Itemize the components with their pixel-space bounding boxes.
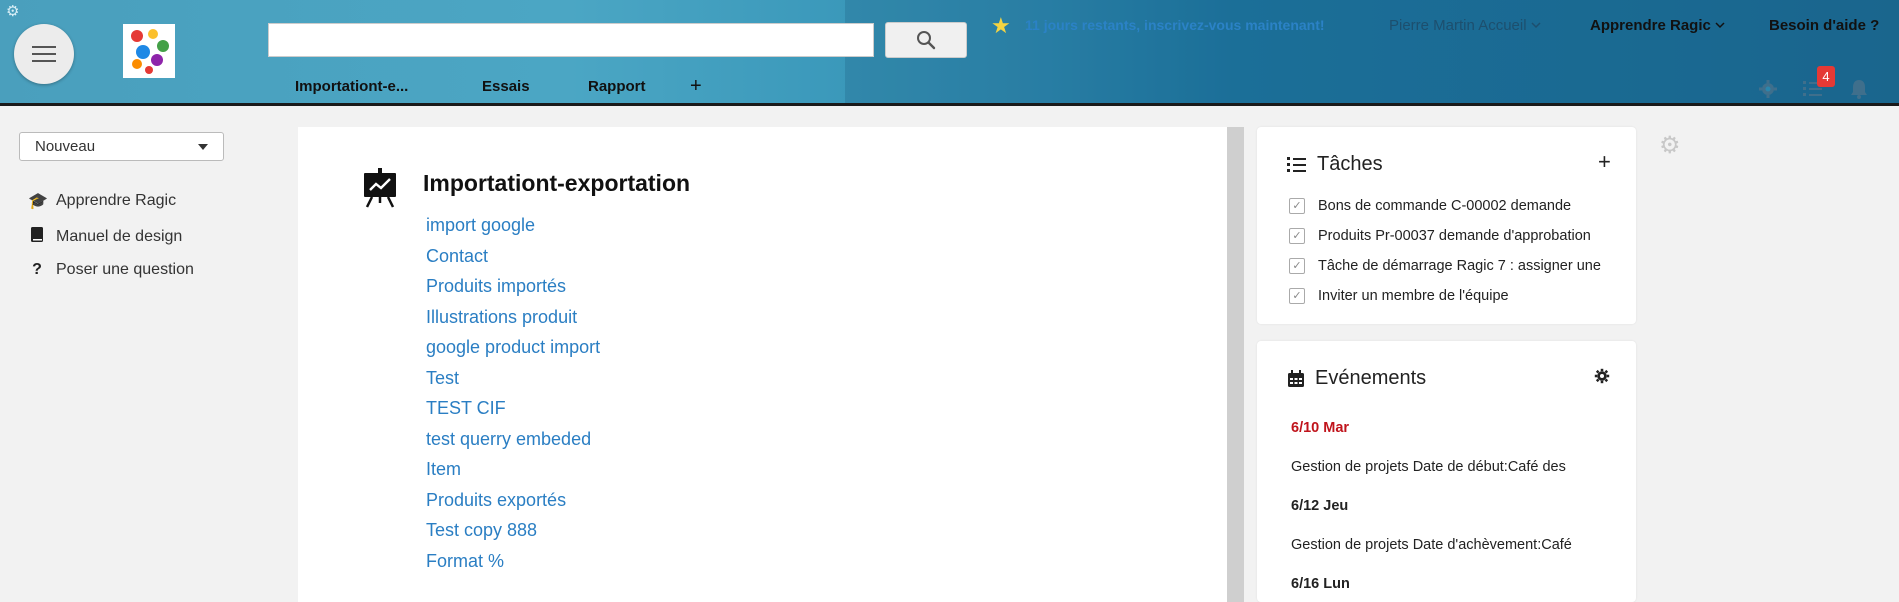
- sheet-link[interactable]: Item: [426, 459, 461, 480]
- learn-menu-label: Apprendre Ragic: [1590, 17, 1711, 34]
- settings-gear-icon[interactable]: ⚙: [6, 4, 22, 20]
- sidebar-item-learn-ragic[interactable]: 🎓 Apprendre Ragic: [28, 191, 176, 211]
- main-scrollbar[interactable]: [1227, 127, 1244, 602]
- add-tab-button[interactable]: +: [690, 75, 702, 98]
- sidebar-item-label: Apprendre Ragic: [56, 192, 177, 209]
- chevron-down-icon: [1531, 22, 1541, 29]
- task-checkbox[interactable]: ✓: [1289, 258, 1305, 274]
- sidebar-item-design-manual[interactable]: Manuel de design: [28, 226, 182, 248]
- company-logo[interactable]: [123, 24, 175, 78]
- task-item[interactable]: ✓ Produits Pr-00037 demande d'approbatio…: [1289, 228, 1591, 244]
- sheet-link[interactable]: Produits importés: [426, 276, 566, 297]
- sheet-link[interactable]: Contact: [426, 246, 488, 267]
- new-select-label: Nouveau: [35, 138, 96, 155]
- task-label: Inviter un membre de l'équipe: [1318, 288, 1509, 304]
- task-item[interactable]: ✓ Tâche de démarrage Ragic 7 : assigner …: [1289, 258, 1601, 274]
- logo-image: [131, 29, 169, 74]
- ragic-gear-icon[interactable]: [1757, 78, 1779, 100]
- events-card-title: Evénements: [1287, 367, 1426, 390]
- sheet-link[interactable]: Illustrations produit: [426, 307, 577, 328]
- top-header: ⚙ ★ 11 jours restants, inscrivez-vous ma…: [0, 0, 1899, 106]
- events-settings-gear-icon[interactable]: [1594, 368, 1610, 389]
- search-input[interactable]: [268, 23, 874, 57]
- event-item[interactable]: Gestion de projets Date d'achèvement:Caf…: [1291, 537, 1572, 553]
- new-item-select[interactable]: Nouveau: [19, 132, 224, 161]
- tab-rapport[interactable]: Rapport: [588, 78, 646, 95]
- task-item[interactable]: ✓ Inviter un membre de l'équipe: [1289, 288, 1509, 304]
- dashboard-settings-gear-icon[interactable]: ⚙: [1659, 131, 1681, 160]
- task-checkbox[interactable]: ✓: [1289, 198, 1305, 214]
- star-icon: ★: [991, 13, 1011, 38]
- help-link[interactable]: Besoin d'aide ?: [1769, 17, 1879, 34]
- search-icon: [917, 31, 936, 50]
- events-title-label: Evénements: [1315, 367, 1427, 389]
- trial-signup-link[interactable]: 11 jours restants, inscrivez-vous mainte…: [1025, 17, 1325, 33]
- event-date: 6/16 Lun: [1291, 576, 1350, 592]
- sidebar-item-ask-question[interactable]: ? Poser une question: [28, 261, 194, 279]
- caret-down-icon: [198, 143, 208, 150]
- question-icon: ?: [32, 261, 42, 278]
- add-task-button[interactable]: +: [1598, 149, 1611, 175]
- sidebar-item-label: Manuel de design: [56, 228, 183, 245]
- sidebar-item-label: Poser une question: [56, 261, 194, 278]
- task-checkbox[interactable]: ✓: [1289, 288, 1305, 304]
- task-item[interactable]: ✓ Bons de commande C-00002 demande: [1289, 198, 1571, 214]
- sheet-link[interactable]: TEST CIF: [426, 398, 506, 419]
- event-date-today: 6/10 Mar: [1291, 420, 1350, 436]
- search-button[interactable]: [885, 22, 967, 58]
- task-checkbox[interactable]: ✓: [1289, 228, 1305, 244]
- help-label: Besoin d'aide ?: [1769, 17, 1880, 34]
- task-list-icon: [1287, 156, 1306, 172]
- main-menu-button[interactable]: [14, 24, 74, 84]
- hamburger-icon: [32, 46, 56, 62]
- event-item[interactable]: Gestion de projets Date de début:Café de…: [1291, 459, 1566, 475]
- sheet-link[interactable]: Test: [426, 368, 459, 389]
- sheet-link[interactable]: Test copy 888: [426, 520, 537, 541]
- tab-importation[interactable]: Importationt-e...: [295, 78, 408, 95]
- sheet-link[interactable]: Produits exportés: [426, 490, 566, 511]
- presentation-board-icon: [362, 168, 398, 208]
- sheet-link[interactable]: test querry embeded: [426, 429, 591, 450]
- task-label: Bons de commande C-00002 demande: [1318, 198, 1572, 214]
- task-label: Tâche de démarrage Ragic 7 : assigner un…: [1318, 258, 1601, 274]
- tab-essais[interactable]: Essais: [482, 78, 530, 95]
- bell-icon[interactable]: [1848, 78, 1870, 100]
- tasks-title-label: Tâches: [1317, 153, 1383, 175]
- user-menu[interactable]: Pierre Martin Accueil: [1389, 17, 1541, 34]
- sheet-link[interactable]: Format %: [426, 551, 504, 572]
- task-label: Produits Pr-00037 demande d'approbation: [1318, 228, 1591, 244]
- user-menu-label: Pierre Martin Accueil: [1389, 17, 1527, 34]
- notification-count-badge: 4: [1817, 66, 1835, 87]
- learn-ragic-menu[interactable]: Apprendre Ragic: [1590, 17, 1725, 34]
- sheet-link[interactable]: google product import: [426, 337, 600, 358]
- events-card: Evénements 6/10 Mar Gestion de projets D…: [1257, 341, 1636, 602]
- calendar-icon: [1288, 369, 1304, 387]
- tasks-card: Tâches + ✓ Bons de commande C-00002 dema…: [1257, 127, 1636, 324]
- tasks-card-title: Tâches: [1287, 153, 1383, 176]
- graduation-cap-icon: 🎓: [28, 193, 48, 210]
- page-title: Importationt-exportation: [423, 170, 691, 196]
- event-date: 6/12 Jeu: [1291, 498, 1349, 514]
- sheet-link[interactable]: import google: [426, 215, 535, 236]
- chevron-down-icon: [1715, 22, 1725, 29]
- book-icon: [28, 226, 46, 248]
